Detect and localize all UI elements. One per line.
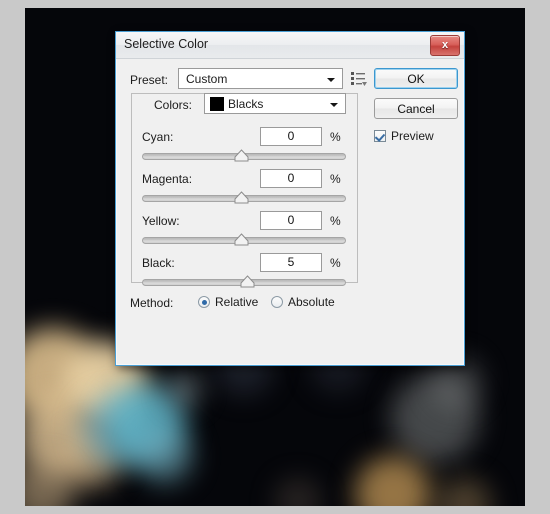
bokeh-light xyxy=(355,456,431,506)
chevron-down-icon xyxy=(330,103,338,107)
preset-label: Preset: xyxy=(130,73,169,87)
slider-value-input[interactable]: 0 xyxy=(260,169,322,188)
slider-unit: % xyxy=(330,256,341,270)
preset-value: Custom xyxy=(186,72,228,86)
method-option-label: Absolute xyxy=(288,295,335,309)
slider-label: Magenta: xyxy=(142,172,193,186)
color-swatch xyxy=(210,97,224,111)
method-option-label: Relative xyxy=(215,295,259,309)
chevron-down-icon xyxy=(327,78,335,82)
bokeh-light xyxy=(437,478,491,506)
preset-options-icon[interactable] xyxy=(350,70,368,86)
slider-unit: % xyxy=(330,214,341,228)
slider-value-input[interactable]: 0 xyxy=(260,127,322,146)
bokeh-light xyxy=(275,478,321,506)
slider-value-input[interactable]: 5 xyxy=(260,253,322,272)
slider-unit: % xyxy=(330,172,341,186)
colors-label: Colors: xyxy=(154,98,193,112)
method-option-relative[interactable]: Relative xyxy=(198,295,258,309)
slider-thumb[interactable] xyxy=(234,149,249,162)
slider-label: Black: xyxy=(142,256,175,270)
dialog-body: Preset: Custom OK Cancel Preview Colors:… xyxy=(116,59,464,365)
slider-thumb[interactable] xyxy=(240,275,255,288)
dialog-title: Selective Color xyxy=(124,37,209,51)
selective-color-dialog: Selective Color x Preset: Custom OK Canc… xyxy=(115,31,465,366)
radio-selected-icon xyxy=(198,296,210,308)
radio-unselected-icon xyxy=(271,296,283,308)
ok-button[interactable]: OK xyxy=(374,68,458,89)
slider-thumb[interactable] xyxy=(234,233,249,246)
method-option-absolute[interactable]: Absolute xyxy=(271,295,335,309)
preset-dropdown[interactable]: Custom xyxy=(178,68,343,89)
slider-unit: % xyxy=(330,130,341,144)
slider-label: Cyan: xyxy=(142,130,174,144)
slider-thumb[interactable] xyxy=(234,191,249,204)
preview-label: Preview xyxy=(391,129,434,143)
preview-checkbox[interactable]: Preview xyxy=(374,129,434,143)
colors-dropdown[interactable]: Blacks xyxy=(204,93,346,114)
color-sliders-group xyxy=(131,93,358,283)
slider-label: Yellow: xyxy=(142,214,180,228)
checkbox-check-icon xyxy=(374,130,386,142)
slider-value-input[interactable]: 0 xyxy=(260,211,322,230)
cancel-button[interactable]: Cancel xyxy=(374,98,458,119)
bokeh-light xyxy=(137,428,193,484)
bokeh-light xyxy=(167,372,201,406)
method-label: Method: xyxy=(130,296,174,310)
colors-value: Blacks xyxy=(228,97,264,111)
dialog-titlebar[interactable]: Selective Color x xyxy=(116,32,464,59)
close-icon[interactable]: x xyxy=(430,35,460,56)
